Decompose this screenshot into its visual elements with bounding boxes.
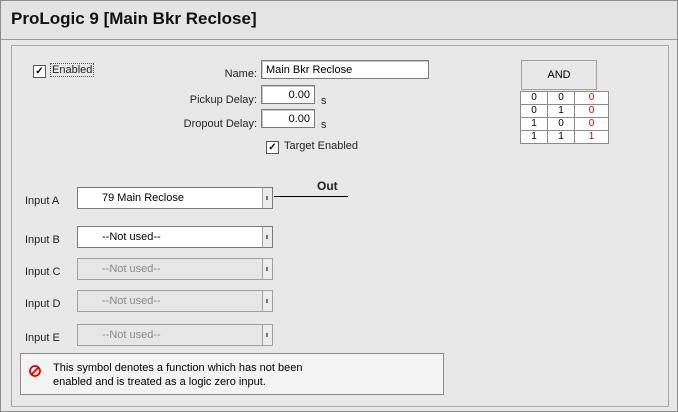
target-enabled-label[interactable]: Target Enabled <box>284 140 358 152</box>
truth-cell-a: 1 <box>520 130 548 144</box>
no-entry-icon <box>29 365 41 377</box>
input-e-label: Input E <box>25 332 60 344</box>
truth-table-row: 0 1 0 <box>520 104 609 118</box>
pickup-delay-label: Pickup Delay: <box>189 94 257 106</box>
enabled-label[interactable]: Enabled <box>49 63 95 77</box>
input-d-label: Input D <box>25 298 61 310</box>
name-field[interactable]: Main Bkr Reclose <box>261 60 429 79</box>
truth-cell-b: 1 <box>547 104 575 118</box>
input-e-value: --Not used-- <box>102 329 161 341</box>
input-b-value: --Not used-- <box>102 231 161 243</box>
enabled-checkbox[interactable]: ✓ <box>33 65 46 78</box>
truth-cell-out: 0 <box>574 104 609 118</box>
note-text: This symbol denotes a function which has… <box>53 361 423 389</box>
legend-note: This symbol denotes a function which has… <box>20 353 444 395</box>
input-d-value: --Not used-- <box>102 295 161 307</box>
prologic-window: ProLogic 9 [Main Bkr Reclose] ✓ Enabled … <box>0 0 678 412</box>
truth-cell-a: 0 <box>520 91 548 105</box>
truth-cell-b: 0 <box>547 91 575 105</box>
input-e-select[interactable]: --Not used-- <box>77 324 273 346</box>
pickup-delay-field[interactable]: 0.00 <box>261 85 315 104</box>
target-enabled-checkbox[interactable]: ✓ <box>266 141 279 154</box>
input-b-label: Input B <box>25 234 60 246</box>
truth-table: 0 0 0 0 1 0 1 0 0 1 1 1 <box>520 91 609 144</box>
truth-cell-a: 1 <box>520 117 548 131</box>
truth-cell-b: 0 <box>547 117 575 131</box>
dropout-delay-field[interactable]: 0.00 <box>261 109 315 128</box>
truth-cell-a: 0 <box>520 104 548 118</box>
output-line <box>274 196 348 197</box>
input-c-label: Input C <box>25 266 61 278</box>
note-line-2: enabled and is treated as a logic zero i… <box>53 376 266 388</box>
input-c-select[interactable]: --Not used-- <box>77 258 273 280</box>
logic-gate-label: AND <box>521 60 597 90</box>
dropdown-arrow-icon[interactable] <box>262 227 272 247</box>
dropout-delay-label: Dropout Delay: <box>183 118 257 130</box>
page-title: ProLogic 9 [Main Bkr Reclose] <box>11 9 257 28</box>
dropdown-arrow-icon[interactable] <box>262 325 272 345</box>
out-label: Out <box>317 179 338 193</box>
truth-cell-b: 1 <box>547 130 575 144</box>
truth-cell-out: 0 <box>574 117 609 131</box>
truth-cell-out: 1 <box>574 130 609 144</box>
truth-cell-out: 0 <box>574 91 609 105</box>
truth-table-row: 1 1 1 <box>520 130 609 144</box>
name-label: Name: <box>224 68 257 80</box>
input-a-value: 79 Main Reclose <box>102 192 184 204</box>
title-bar: ProLogic 9 [Main Bkr Reclose] <box>1 1 677 40</box>
dropdown-arrow-icon[interactable] <box>262 188 272 208</box>
input-a-label: Input A <box>25 195 60 207</box>
dropdown-arrow-icon[interactable] <box>262 259 272 279</box>
truth-table-row: 1 0 0 <box>520 117 609 131</box>
truth-table-row: 0 0 0 <box>520 91 609 105</box>
dropout-delay-unit: s <box>321 119 327 131</box>
pickup-delay-unit: s <box>321 95 327 107</box>
note-line-1: This symbol denotes a function which has… <box>53 362 303 374</box>
dropdown-arrow-icon[interactable] <box>262 291 272 311</box>
input-b-select[interactable]: --Not used-- <box>77 226 273 248</box>
input-c-value: --Not used-- <box>102 263 161 275</box>
input-a-select[interactable]: 79 Main Reclose <box>77 187 273 209</box>
input-d-select[interactable]: --Not used-- <box>77 290 273 312</box>
